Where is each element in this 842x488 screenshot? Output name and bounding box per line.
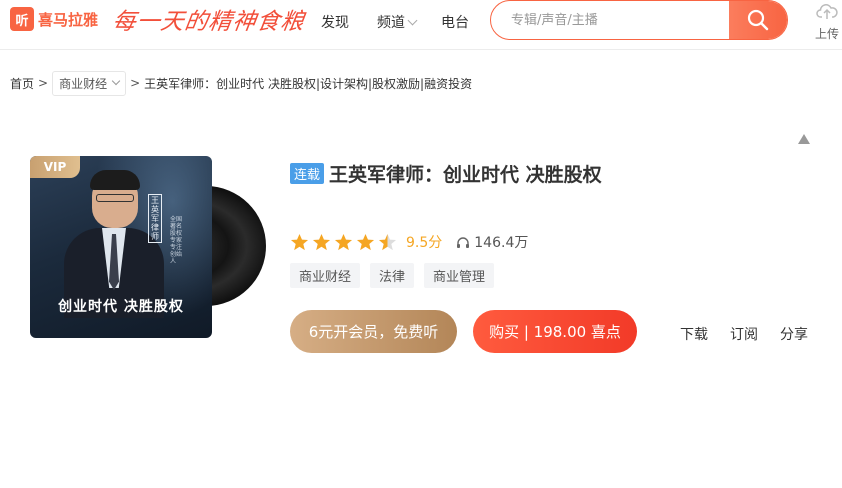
warning-triangle-icon bbox=[798, 134, 810, 144]
chevron-down-icon bbox=[111, 76, 121, 86]
album-title: 王英军律师：创业时代 决胜股权 bbox=[329, 164, 602, 186]
star-icon bbox=[356, 233, 375, 250]
star-icon bbox=[378, 233, 397, 250]
breadcrumb-separator: > bbox=[38, 76, 49, 90]
slogan: 每一天的精神食粮 bbox=[110, 9, 307, 35]
album-cover[interactable]: 王英军律师 全国著名股权专家 专注创始人 创业时代 决胜股权 VIP bbox=[30, 156, 266, 338]
star-icon bbox=[334, 233, 353, 250]
star-icon bbox=[290, 233, 309, 250]
cover-side-text: 全国著名股权专家 专注创始人 bbox=[170, 216, 183, 265]
person-glasses bbox=[96, 194, 134, 202]
search-icon bbox=[747, 9, 769, 31]
breadcrumb: 首页 > 商业财经 > 王英军律师：创业时代 决胜股权|设计架构|股权激励|融资… bbox=[10, 70, 472, 96]
nav-channel[interactable]: 频道 bbox=[377, 12, 418, 32]
rating-stars bbox=[290, 233, 400, 252]
album-title-row: 连载 王英军律师：创业时代 决胜股权 bbox=[290, 160, 602, 187]
share-link[interactable]: 分享 bbox=[780, 324, 808, 344]
nav-radio-label: 电台 bbox=[441, 15, 469, 31]
rating-row: 9.5分 146.4万 bbox=[290, 232, 528, 252]
chevron-down-icon bbox=[407, 15, 418, 26]
serializing-badge: 连载 bbox=[290, 163, 325, 184]
breadcrumb-current: 王英军律师：创业时代 决胜股权|设计架构|股权激励|融资投资 bbox=[144, 76, 473, 91]
nav-discover-label: 发现 bbox=[321, 15, 349, 31]
nav-discover[interactable]: 发现 bbox=[321, 12, 349, 32]
breadcrumb-category[interactable]: 商业财经 bbox=[52, 70, 127, 96]
cover-image: 王英军律师 全国著名股权专家 专注创始人 创业时代 决胜股权 VIP bbox=[30, 156, 212, 338]
report-icon[interactable] bbox=[797, 130, 811, 149]
rating-score: 9.5分 bbox=[406, 235, 443, 251]
logo[interactable]: 听 喜马拉雅 bbox=[10, 7, 98, 31]
search-button[interactable] bbox=[729, 1, 787, 39]
upload-label: 上传 bbox=[814, 27, 839, 41]
breadcrumb-separator: > bbox=[130, 76, 141, 90]
tag[interactable]: 商业财经 bbox=[290, 263, 361, 288]
tag[interactable]: 商业管理 bbox=[424, 263, 495, 288]
top-header: 听 喜马拉雅 每一天的精神食粮 发现 频道 电台 上传 bbox=[0, 0, 842, 50]
breadcrumb-category-label: 商业财经 bbox=[59, 76, 108, 91]
play-count: 146.4万 bbox=[456, 232, 528, 252]
star-icon bbox=[312, 233, 331, 250]
upload-button[interactable]: 上传 bbox=[812, 2, 842, 42]
subscribe-link[interactable]: 订阅 bbox=[730, 324, 758, 344]
search-input[interactable] bbox=[491, 1, 731, 39]
nav-channel-label: 频道 bbox=[377, 15, 405, 31]
logo-text: 喜马拉雅 bbox=[38, 10, 99, 29]
logo-mark: 听 bbox=[10, 7, 34, 31]
buy-button[interactable]: 购买 | 198.00 喜点 bbox=[473, 310, 637, 353]
search-bar bbox=[490, 0, 788, 40]
cover-title: 创业时代 决胜股权 bbox=[58, 299, 184, 315]
nav-radio[interactable]: 电台 bbox=[441, 12, 469, 32]
cover-name-vertical: 王英军律师 bbox=[148, 194, 162, 243]
person-hair bbox=[90, 170, 140, 190]
vip-badge: VIP bbox=[30, 156, 80, 178]
play-count-value: 146.4万 bbox=[474, 235, 529, 251]
headphones-icon bbox=[457, 236, 470, 248]
breadcrumb-home[interactable]: 首页 bbox=[10, 75, 34, 92]
member-button[interactable]: 6元开会员，免费听 bbox=[290, 310, 457, 353]
upload-cloud-icon bbox=[816, 4, 838, 19]
download-link[interactable]: 下载 bbox=[680, 324, 708, 344]
tag[interactable]: 法律 bbox=[370, 263, 415, 288]
tag-list: 商业财经 法律 商业管理 bbox=[290, 263, 504, 288]
